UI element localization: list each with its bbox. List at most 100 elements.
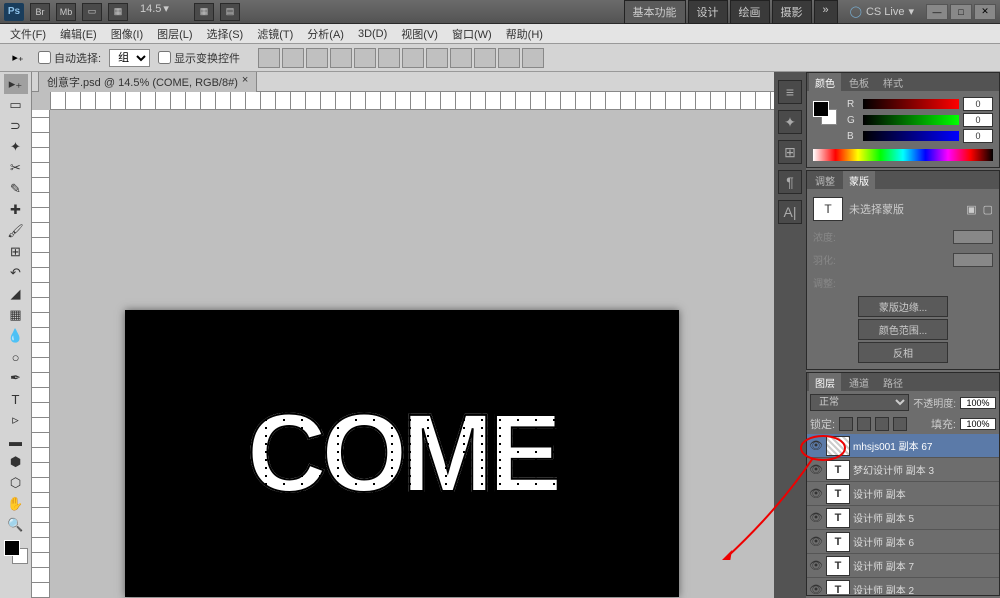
autoselect-target[interactable]: 组 <box>109 49 150 67</box>
menu-image[interactable]: 图像(I) <box>105 24 149 44</box>
mask-thumbnail[interactable]: T <box>813 197 843 221</box>
3d-camera-tool[interactable]: ⬡ <box>4 473 28 493</box>
lock-pixels-icon[interactable] <box>857 417 871 431</box>
distribute-icon[interactable] <box>426 48 448 68</box>
layer-row[interactable]: 👁 T 设计师 副本 7 <box>807 554 999 578</box>
layer-thumbnail[interactable]: T <box>826 580 850 595</box>
visibility-icon[interactable]: 👁 <box>809 511 823 525</box>
layer-thumbnail[interactable]: T <box>826 484 850 504</box>
history-panel-icon[interactable]: ≡ <box>778 80 802 104</box>
color-range-button[interactable]: 颜色范围... <box>858 319 948 340</box>
dodge-tool[interactable]: ○ <box>4 347 28 367</box>
tab-adjustments[interactable]: 调整 <box>809 171 841 190</box>
menu-help[interactable]: 帮助(H) <box>500 24 549 44</box>
eraser-tool[interactable]: ◢ <box>4 284 28 304</box>
path-tool[interactable]: ▹ <box>4 410 28 430</box>
menu-filter[interactable]: 滤镜(T) <box>251 24 299 44</box>
hand-tool[interactable]: ✋ <box>4 494 28 514</box>
visibility-icon[interactable]: 👁 <box>809 439 823 453</box>
layer-row[interactable]: 👁 T 设计师 副本 <box>807 482 999 506</box>
layer-row[interactable]: 👁 mhsjs001 副本 67 <box>807 434 999 458</box>
visibility-icon[interactable]: 👁 <box>809 583 823 595</box>
align-icon[interactable] <box>306 48 328 68</box>
align-icon[interactable] <box>282 48 304 68</box>
brushes-panel-icon[interactable]: ⊞ <box>778 140 802 164</box>
layer-row[interactable]: 👁 T 设计师 副本 5 <box>807 506 999 530</box>
view-extras-icon[interactable]: ▦ <box>194 3 214 21</box>
menu-3d[interactable]: 3D(D) <box>352 26 393 42</box>
workspace-more[interactable]: » <box>814 0 838 24</box>
pen-tool[interactable]: ✒ <box>4 368 28 388</box>
opacity-input[interactable] <box>960 397 996 409</box>
lock-position-icon[interactable] <box>875 417 889 431</box>
shape-tool[interactable]: ▬ <box>4 431 28 451</box>
healing-tool[interactable]: ✚ <box>4 200 28 220</box>
distribute-icon[interactable] <box>474 48 496 68</box>
marquee-tool[interactable]: ▭ <box>4 95 28 115</box>
paragraph-panel-icon[interactable]: A| <box>778 200 802 224</box>
view-grid-icon[interactable]: ▤ <box>220 3 240 21</box>
g-input[interactable] <box>963 113 993 127</box>
zoom-level[interactable]: 14.5▾ <box>140 2 169 15</box>
pixel-mask-icon[interactable]: ▣ <box>966 203 976 216</box>
lasso-tool[interactable]: ⊃ <box>4 116 28 136</box>
visibility-icon[interactable]: 👁 <box>809 559 823 573</box>
crop-tool[interactable]: ✂ <box>4 158 28 178</box>
distribute-icon[interactable] <box>498 48 520 68</box>
layer-thumbnail[interactable] <box>826 436 850 456</box>
b-slider[interactable] <box>863 131 959 141</box>
align-icon[interactable] <box>330 48 352 68</box>
distribute-icon[interactable] <box>522 48 544 68</box>
spectrum-picker[interactable] <box>813 149 993 161</box>
close-icon[interactable]: × <box>242 74 248 90</box>
layer-thumbnail[interactable]: T <box>826 532 850 552</box>
distribute-icon[interactable] <box>450 48 472 68</box>
menu-edit[interactable]: 编辑(E) <box>54 24 103 44</box>
menu-select[interactable]: 选择(S) <box>201 24 250 44</box>
r-input[interactable] <box>963 97 993 111</box>
autoselect-checkbox[interactable]: 自动选择: <box>38 50 101 66</box>
cslive-button[interactable]: ◯CS Live▾ <box>844 5 920 18</box>
ruler-vertical[interactable] <box>32 110 50 598</box>
tab-styles[interactable]: 样式 <box>877 73 909 92</box>
minimize-button[interactable]: — <box>926 4 948 20</box>
workspace-painting[interactable]: 绘画 <box>730 0 770 24</box>
history-brush-tool[interactable]: ↶ <box>4 263 28 283</box>
screen-mode-icon[interactable]: ▭ <box>82 3 102 21</box>
minibridge-icon[interactable]: Mb <box>56 3 76 21</box>
maximize-button[interactable]: □ <box>950 4 972 20</box>
layer-row[interactable]: 👁 T 设计师 副本 6 <box>807 530 999 554</box>
invert-button[interactable]: 反相 <box>858 342 948 363</box>
document-canvas[interactable]: COME <box>125 310 679 597</box>
fill-input[interactable] <box>960 418 996 430</box>
wand-tool[interactable]: ✦ <box>4 137 28 157</box>
menu-analysis[interactable]: 分析(A) <box>301 24 350 44</box>
fg-bg-swatch[interactable] <box>4 540 28 564</box>
layer-thumbnail[interactable]: T <box>826 460 850 480</box>
layer-thumbnail[interactable]: T <box>826 508 850 528</box>
lock-all-icon[interactable] <box>893 417 907 431</box>
stamp-tool[interactable]: ⊞ <box>4 242 28 262</box>
workspace-design[interactable]: 设计 <box>688 0 728 24</box>
workspace-essentials[interactable]: 基本功能 <box>624 0 686 24</box>
bridge-icon[interactable]: Br <box>30 3 50 21</box>
tab-paths[interactable]: 路径 <box>877 373 909 392</box>
menu-window[interactable]: 窗口(W) <box>446 24 498 44</box>
visibility-icon[interactable]: 👁 <box>809 535 823 549</box>
align-icon[interactable] <box>354 48 376 68</box>
arrange-icon[interactable]: ▦ <box>108 3 128 21</box>
tab-layers[interactable]: 图层 <box>809 373 841 392</box>
zoom-tool[interactable]: 🔍 <box>4 515 28 535</box>
blur-tool[interactable]: 💧 <box>4 326 28 346</box>
blend-mode-select[interactable]: 正常 <box>810 394 909 411</box>
layer-row[interactable]: 👁 T 梦幻设计师 副本 3 <box>807 458 999 482</box>
menu-view[interactable]: 视图(V) <box>395 24 444 44</box>
b-input[interactable] <box>963 129 993 143</box>
tab-mask[interactable]: 蒙版 <box>843 171 875 190</box>
ruler-horizontal[interactable] <box>50 92 774 110</box>
menu-file[interactable]: 文件(F) <box>4 24 52 44</box>
brush-tool[interactable]: 🖌 <box>4 221 28 241</box>
eyedropper-tool[interactable]: ✎ <box>4 179 28 199</box>
tab-swatches[interactable]: 色板 <box>843 73 875 92</box>
character-panel-icon[interactable]: ¶ <box>778 170 802 194</box>
